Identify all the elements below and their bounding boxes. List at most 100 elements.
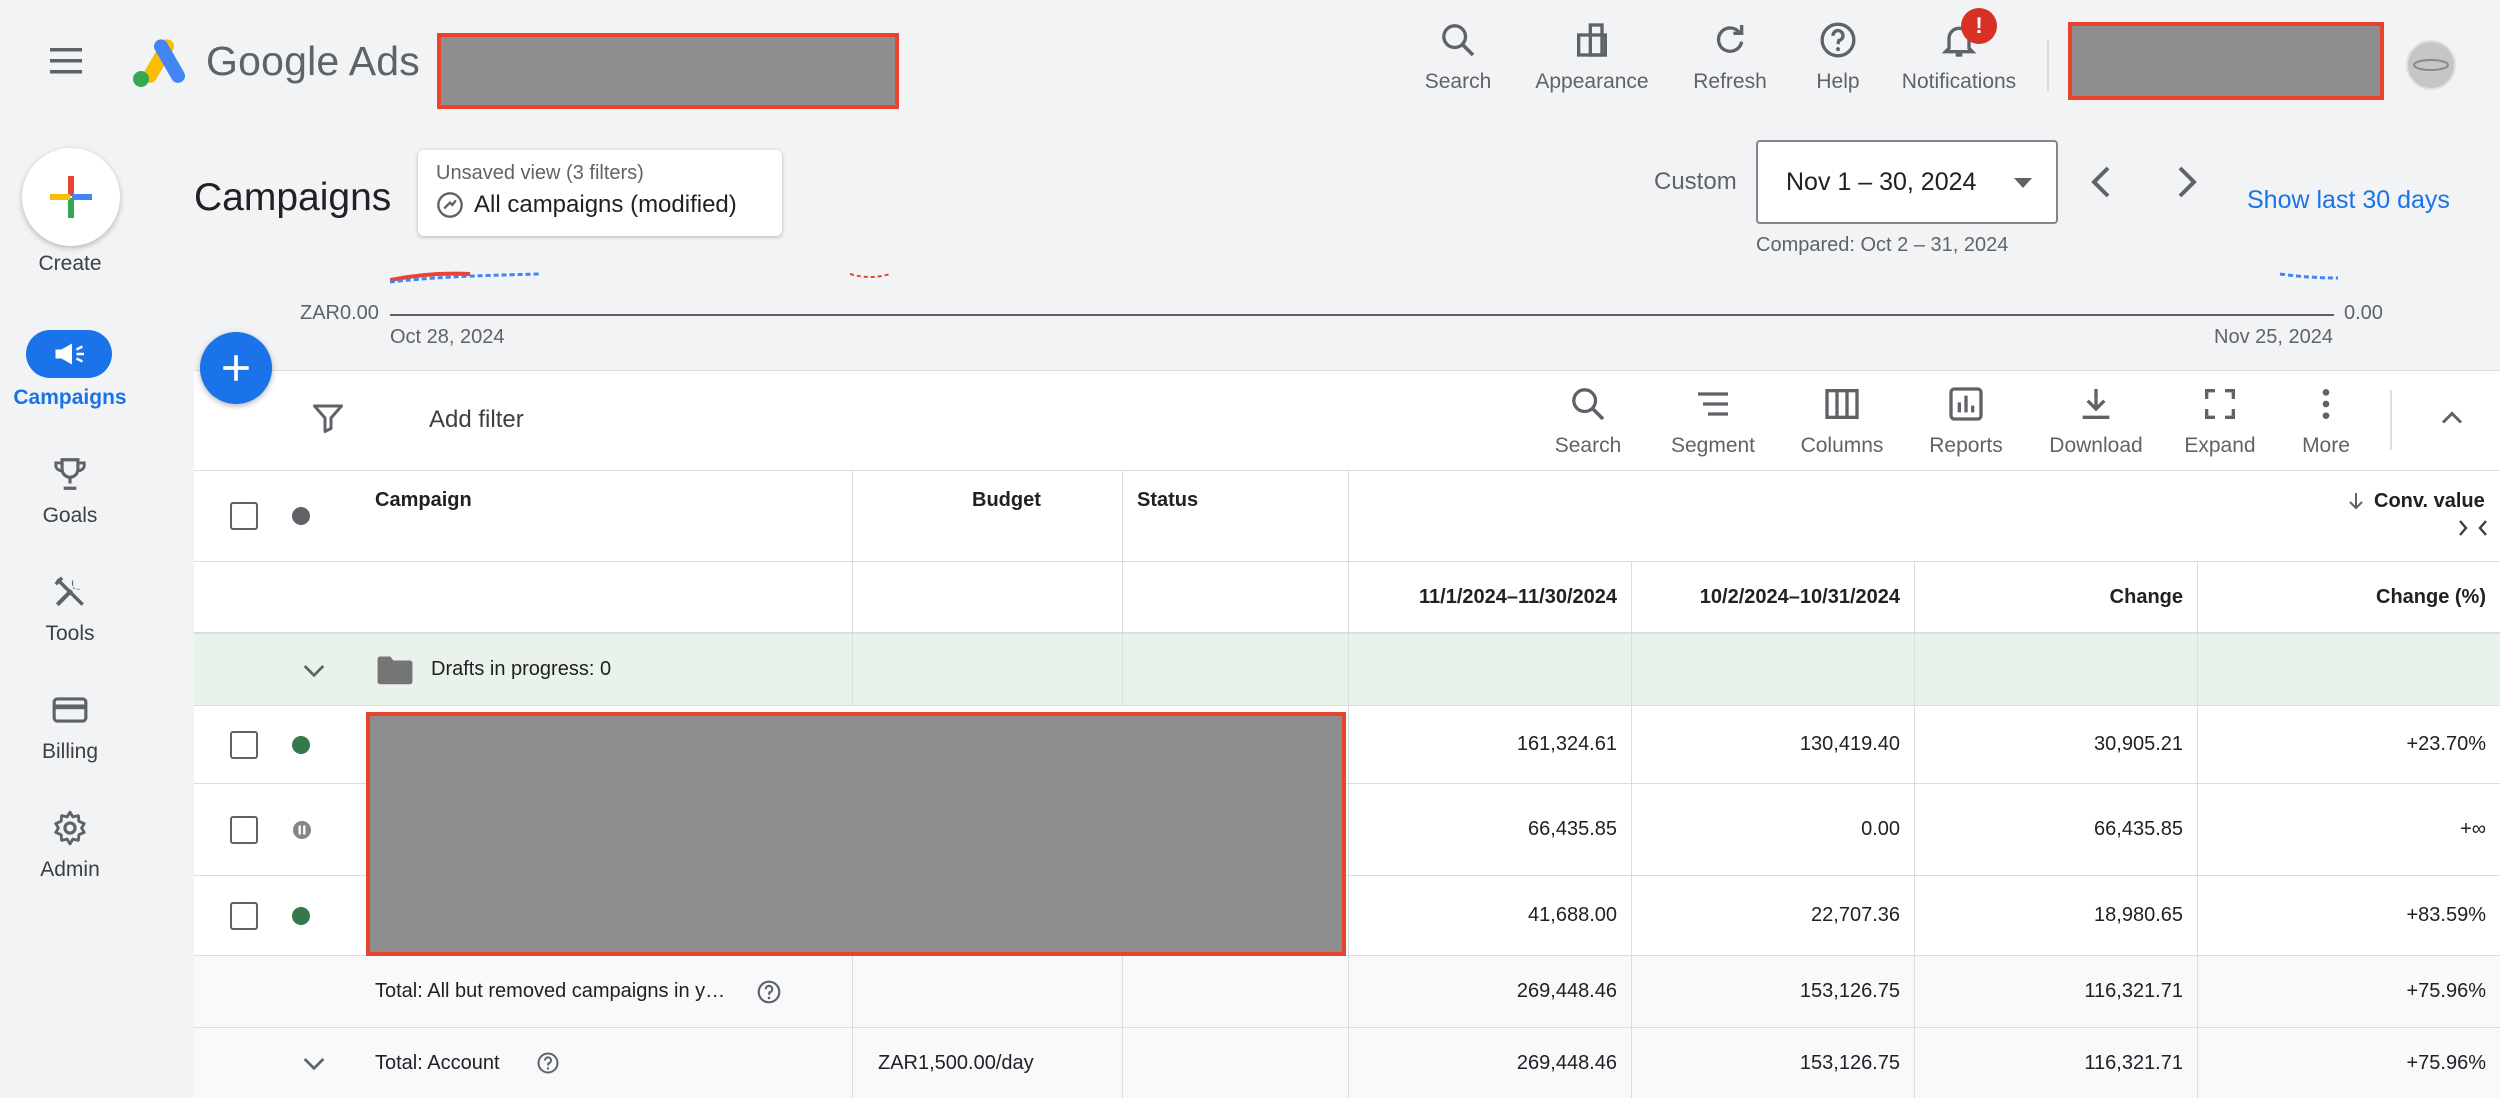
change-value: 66,435.85 xyxy=(2094,818,2183,840)
sidebar-item-admin[interactable] xyxy=(46,804,94,852)
comparison-range: Compared: Oct 2 – 31, 2024 xyxy=(1756,234,2009,256)
total-previous: 153,126.75 xyxy=(1799,980,1900,1002)
sidebar-item-goals-label: Goals xyxy=(42,504,98,527)
topnav-refresh-button[interactable]: Refresh xyxy=(1690,18,1770,98)
previous-value: 22,707.36 xyxy=(1811,904,1900,926)
expand-button[interactable]: Expand xyxy=(2178,384,2262,458)
current-value: 161,324.61 xyxy=(1516,733,1617,755)
campaign-column-header[interactable]: Campaign xyxy=(375,489,472,512)
search-icon xyxy=(1442,24,1475,57)
date-range-value: Nov 1 – 30, 2024 xyxy=(1786,167,1977,196)
previous-value: 130,419.40 xyxy=(1799,733,1900,755)
google-ads-logo xyxy=(128,36,188,88)
prev-period-button[interactable] xyxy=(2088,164,2116,200)
new-campaign-button[interactable] xyxy=(200,332,272,404)
total-account-label: Total: Account xyxy=(375,1051,500,1074)
date-range-picker[interactable]: Nov 1 – 30, 2024 xyxy=(1756,140,2058,224)
row-checkbox[interactable] xyxy=(230,706,258,783)
column-resize-handle[interactable] xyxy=(2456,515,2490,541)
sidebar-item-tools-label: Tools xyxy=(45,622,95,645)
chevron-down-icon xyxy=(303,1058,325,1071)
row-checkbox[interactable] xyxy=(230,784,258,875)
chevron-down-icon xyxy=(303,664,325,677)
segment-icon xyxy=(1698,392,1728,416)
add-filter-button[interactable]: Add filter xyxy=(429,406,524,434)
create-button[interactable] xyxy=(22,148,120,246)
status-enabled-dot xyxy=(292,706,310,783)
main-menu-icon[interactable] xyxy=(50,48,86,76)
total-change: 116,321.71 xyxy=(2084,980,2183,1002)
chevron-right-icon xyxy=(2178,166,2197,198)
redacted-campaign-names xyxy=(366,712,1346,956)
toolbar-divider xyxy=(2390,390,2392,450)
topnav-notifications-button[interactable]: Notifications xyxy=(1892,18,2026,98)
change-header[interactable]: Change xyxy=(1914,562,2197,632)
more-button[interactable]: More xyxy=(2286,384,2366,458)
budget-column-header[interactable]: Budget xyxy=(972,489,1041,512)
view-name: All campaigns (modified) xyxy=(474,191,737,218)
select-all-checkbox[interactable] xyxy=(230,471,258,561)
view-filter-icon xyxy=(437,192,463,218)
avatar[interactable] xyxy=(2406,40,2456,90)
status-header-dot xyxy=(292,471,310,561)
reports-button[interactable]: Reports xyxy=(1922,384,2010,458)
drafts-row: Drafts in progress: 0 xyxy=(194,634,2500,706)
sort-down-icon xyxy=(2349,493,2363,510)
notification-badge: ! xyxy=(1961,8,1997,44)
chart-line-fragment-right xyxy=(2280,270,2340,282)
performance-chart xyxy=(194,272,2500,372)
collapse-chart-button[interactable] xyxy=(2434,400,2470,436)
filter-icon xyxy=(313,404,343,433)
row-checkbox[interactable] xyxy=(230,876,258,955)
status-column-header[interactable]: Status xyxy=(1137,489,1198,512)
columns-icon xyxy=(1825,389,1859,419)
total-current: 269,448.46 xyxy=(1516,980,1617,1002)
sidebar-item-billing[interactable] xyxy=(46,686,94,734)
download-button[interactable]: Download xyxy=(2040,384,2152,458)
table-search-button[interactable]: Search xyxy=(1548,384,1628,458)
chart-x-axis xyxy=(390,314,2334,316)
total-filtered-help-icon[interactable] xyxy=(756,956,782,1027)
total-account-help-icon[interactable] xyxy=(536,1028,560,1098)
next-period-button[interactable] xyxy=(2172,164,2200,200)
total-account-budget: ZAR1,500.00/day xyxy=(878,1051,1034,1074)
segment-button[interactable]: Segment xyxy=(1664,384,1762,458)
table-subheader-row: 11/1/2024–11/30/2024 10/2/2024–10/31/202… xyxy=(194,562,2500,634)
megaphone-icon xyxy=(55,343,84,365)
current-value: 41,688.00 xyxy=(1528,904,1617,926)
gear-icon xyxy=(54,810,86,846)
status-paused-icon xyxy=(292,784,312,875)
topnav-appearance-button[interactable]: Appearance xyxy=(1530,18,1654,98)
plus-icon xyxy=(223,355,249,381)
topbar-divider xyxy=(2047,40,2049,92)
expand-columns-icon xyxy=(2459,520,2487,536)
total-filtered-row: Total: All but removed campaigns in y… 2… xyxy=(194,956,2500,1028)
chart-y-left-label: ZAR0.00 xyxy=(300,302,379,324)
conv-value-column-header[interactable]: Conv. value xyxy=(2344,489,2485,513)
topnav-search-button[interactable]: Search xyxy=(1418,18,1498,98)
help-icon xyxy=(1820,22,1856,58)
chevron-up-icon xyxy=(2441,411,2463,424)
filter-button[interactable] xyxy=(310,400,346,436)
sidebar-item-campaigns-label: Campaigns xyxy=(13,386,127,409)
page-title: Campaigns xyxy=(194,176,392,219)
columns-button[interactable]: Columns xyxy=(1792,384,1892,458)
download-icon xyxy=(2082,389,2110,419)
sidebar-item-campaigns[interactable] xyxy=(26,330,112,378)
total-account-expand-button[interactable] xyxy=(298,1028,330,1098)
change-pct-header[interactable]: Change (%) xyxy=(2197,562,2500,632)
current-period-header[interactable]: 11/1/2024–11/30/2024 xyxy=(1348,562,1631,632)
previous-period-header[interactable]: 10/2/2024–10/31/2024 xyxy=(1631,562,1914,632)
topnav-help-button[interactable]: Help xyxy=(1798,18,1878,98)
sidebar-item-goals[interactable] xyxy=(46,450,94,498)
saved-view-selector[interactable]: Unsaved view (3 filters) All campaigns (… xyxy=(418,150,782,236)
sidebar-item-admin-label: Admin xyxy=(40,858,100,881)
show-last-30-days-link[interactable]: Show last 30 days xyxy=(2247,186,2450,215)
drafts-expand-button[interactable] xyxy=(298,634,330,705)
change-value: 18,980.65 xyxy=(2094,904,2183,926)
drafts-label: Drafts in progress: 0 xyxy=(431,658,612,680)
account-current: 269,448.46 xyxy=(1516,1051,1617,1074)
sidebar-item-tools[interactable] xyxy=(46,568,94,616)
chart-x-end-label: Nov 25, 2024 xyxy=(2214,326,2333,348)
folder-icon xyxy=(376,634,414,705)
